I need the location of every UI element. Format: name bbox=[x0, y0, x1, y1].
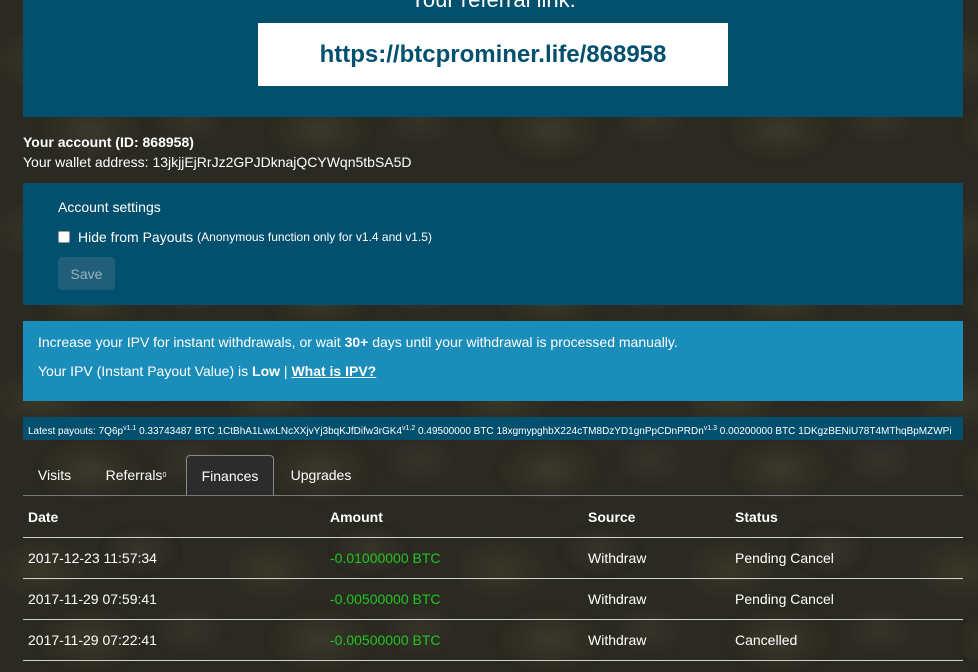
payout-address: 1CtBhA1LwxLNcXXjvYj3bqKJfDifw3rGK4 bbox=[217, 426, 403, 437]
payout-version: v1.2 bbox=[402, 425, 416, 432]
header-status: Status bbox=[735, 509, 778, 525]
payout-address: 18xgmypghbX224cTM8DzYD1gnPpCDnPRDn bbox=[496, 426, 704, 437]
cell-date: 2017-12-23 11:57:34 bbox=[28, 550, 157, 566]
hide-from-payouts-note: (Anonymous function only for v1.4 and v1… bbox=[197, 230, 432, 244]
cell-status: Pending Cancel bbox=[735, 550, 834, 566]
ipv-days: 30+ bbox=[344, 334, 369, 350]
row-divider bbox=[23, 660, 963, 661]
referral-link[interactable]: https://btcprominer.life/868958 bbox=[320, 41, 667, 69]
ipv-info-panel: Increase your IPV for instant withdrawal… bbox=[23, 321, 963, 401]
payout-address: 1DKgzBENiU78T4MThqBpMZWPi bbox=[798, 426, 952, 437]
cell-date: 2017-11-29 07:59:41 bbox=[28, 591, 157, 607]
ipv-status-label: Your IPV (Instant Payout Value) is bbox=[38, 363, 253, 379]
tab-divider bbox=[23, 495, 963, 496]
save-button[interactable]: Save bbox=[58, 257, 115, 290]
ipv-text: days until your withdrawal is processed … bbox=[368, 334, 678, 350]
ipv-instructions: Increase your IPV for instant withdrawal… bbox=[38, 334, 678, 350]
tab-upgrades[interactable]: Upgrades bbox=[280, 455, 362, 495]
cell-amount: -0.00500000 BTC bbox=[330, 632, 441, 648]
hide-from-payouts-checkbox[interactable] bbox=[58, 231, 70, 243]
cell-source: Withdraw bbox=[588, 550, 647, 566]
tab-referrals-label: Referrals bbox=[105, 467, 163, 483]
cell-amount: -0.00500000 BTC bbox=[330, 591, 441, 607]
payout-amount: 0.00200000 BTC bbox=[719, 426, 796, 437]
account-id: Your account (ID: 868958) bbox=[23, 134, 194, 150]
cell-date: 2017-11-29 07:22:41 bbox=[28, 632, 157, 648]
row-divider bbox=[23, 537, 963, 538]
payouts-label: Latest payouts: bbox=[28, 426, 96, 437]
header-amount: Amount bbox=[330, 509, 383, 525]
ipv-separator: | bbox=[280, 363, 292, 379]
payout-version: v1.3 bbox=[703, 425, 718, 432]
what-is-ipv-link[interactable]: What is IPV? bbox=[291, 363, 376, 379]
header-source: Source bbox=[588, 509, 636, 525]
ipv-level: Low bbox=[252, 363, 281, 379]
cell-source: Withdraw bbox=[588, 632, 647, 648]
header-date: Date bbox=[28, 509, 59, 525]
cell-status: Cancelled bbox=[735, 632, 798, 648]
account-settings-panel: Account settings Hide from Payouts (Anon… bbox=[23, 183, 963, 305]
cell-amount: -0.01000000 BTC bbox=[330, 550, 441, 566]
settings-title: Account settings bbox=[58, 199, 161, 215]
referrals-count: 0 bbox=[162, 471, 167, 479]
payout-version: v1.1 bbox=[123, 425, 137, 432]
hide-from-payouts-label: Hide from Payouts bbox=[78, 229, 194, 245]
row-divider bbox=[23, 578, 963, 579]
payout-amount: 0.33743487 BTC bbox=[139, 426, 215, 437]
tab-referrals[interactable]: Referrals 0 bbox=[92, 455, 180, 495]
referral-link-box: https://btcprominer.life/868958 bbox=[258, 23, 728, 86]
tab-visits[interactable]: Visits bbox=[23, 455, 86, 495]
row-divider bbox=[23, 619, 963, 620]
latest-payouts-ticker: Latest payouts: 7Q6pv1.1 0.33743487 BTC … bbox=[23, 417, 963, 440]
cell-source: Withdraw bbox=[588, 591, 647, 607]
ipv-text: Increase your IPV for instant withdrawal… bbox=[38, 334, 345, 350]
payout-amount: 0.49500000 BTC bbox=[418, 426, 494, 437]
hide-from-payouts-row: Hide from Payouts (Anonymous function on… bbox=[58, 229, 432, 245]
referral-panel: Your referral link: https://btcprominer.… bbox=[23, 0, 963, 117]
referral-title: Your referral link: bbox=[23, 0, 963, 13]
payout-user: 7Q6p bbox=[98, 426, 124, 437]
ipv-status: Your IPV (Instant Payout Value) is Low |… bbox=[38, 363, 376, 379]
cell-status: Pending Cancel bbox=[735, 591, 834, 607]
wallet-address: Your wallet address: 13jkjjEjRrJz2GPJDkn… bbox=[23, 154, 412, 170]
tab-finances[interactable]: Finances bbox=[186, 455, 274, 496]
